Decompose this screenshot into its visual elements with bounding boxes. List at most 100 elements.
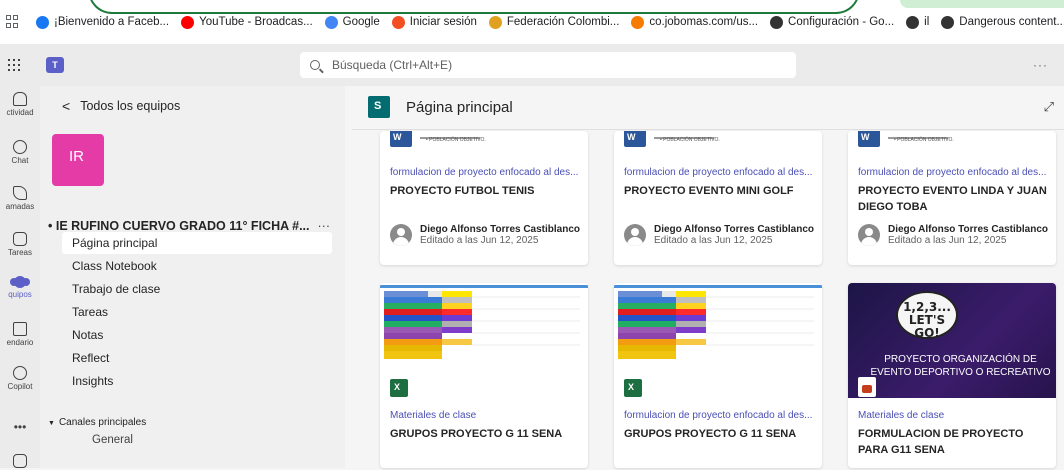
word-icon: W	[624, 131, 646, 147]
card-category: formulacion de proyecto enfocado al des.…	[390, 167, 579, 178]
file-card[interactable]: X Materiales de clase GRUPOS PROYECTO G …	[380, 283, 588, 468]
file-card[interactable]: W • POBLACIÓN OBJETIVO. formulacion de pr…	[380, 131, 588, 265]
bell-icon	[13, 92, 27, 106]
card-category: formulacion de proyecto enfocado al des.…	[624, 167, 813, 178]
add-apps-icon	[13, 454, 27, 468]
avatar	[858, 224, 880, 246]
sidebar-item-home[interactable]: Página principal	[62, 232, 332, 254]
excel-thumbnail: X	[380, 283, 588, 398]
rail-item-copilot[interactable]: Copilot	[0, 366, 40, 391]
team-name[interactable]: • IE RUFINO CUERVO GRADO 11° FICHA #... ·…	[48, 219, 330, 233]
teams-top-bar: T Búsqueda (Ctrl+Alt+E) ···	[0, 44, 1064, 86]
bookmark-item[interactable]: Configuración - Go...	[770, 15, 894, 29]
word-thumbnail: W • POBLACIÓN OBJETIVO.	[858, 131, 1054, 151]
search-placeholder: Búsqueda (Ctrl+Alt+E)	[332, 58, 453, 72]
apps-grid-icon[interactable]	[6, 15, 18, 29]
team-more-button[interactable]: ···	[318, 219, 331, 233]
card-category: formulacion de proyecto enfocado al des.…	[624, 410, 813, 421]
rail-item-tasks[interactable]: Tareas	[0, 232, 40, 257]
search-input[interactable]: Búsqueda (Ctrl+Alt+E)	[300, 52, 796, 78]
sidebar-item-grades[interactable]: Notas	[62, 324, 332, 346]
spreadsheet-preview	[380, 283, 588, 378]
plus-icon	[631, 15, 645, 29]
sidebar-item-insights[interactable]: Insights	[62, 370, 332, 392]
teams-icon	[14, 276, 26, 288]
bookmark-item[interactable]: Google	[324, 15, 380, 29]
app-rail: ctividad Chat amadas Tareas quipos endar…	[0, 86, 40, 468]
word-thumbnail: W • POBLACIÓN OBJETIVO.	[624, 131, 820, 151]
chat-icon	[13, 140, 27, 154]
bookmark-item[interactable]: co.jobomas.com/us...	[631, 15, 758, 29]
sidebar-item-class-notebook[interactable]: Class Notebook	[62, 255, 332, 277]
speech-bubble: 1,2,3... LET'S GO!	[896, 291, 958, 340]
sidebar-item-reflect[interactable]: Reflect	[62, 347, 332, 369]
expand-icon[interactable]: ⤢	[1044, 99, 1054, 115]
bookmark-item[interactable]: Dangerous content...	[941, 15, 1064, 29]
card-title: PROYECTO EVENTO LINDA Y JUAN DIEGO TOBA	[858, 185, 1047, 213]
federation-icon	[488, 15, 502, 29]
card-title: PROYECTO EVENTO MINI GOLF	[624, 185, 794, 197]
main-header: S Página principal ⤢	[352, 86, 1064, 130]
bookmark-item[interactable]: il	[906, 15, 929, 29]
phone-icon	[13, 186, 27, 200]
team-name-label: • IE RUFINO CUERVO GRADO 11° FICHA #...	[48, 219, 310, 233]
back-to-teams-link[interactable]: < Todos los equipos	[62, 98, 180, 114]
microsoft-icon	[391, 15, 405, 29]
caret-down-icon: ▼	[48, 420, 55, 427]
rail-item-chat[interactable]: Chat	[0, 140, 40, 165]
file-card[interactable]: W • POBLACIÓN OBJETIVO. formulacion de pr…	[848, 131, 1056, 265]
file-card[interactable]: X formulacion de proyecto enfocado al de…	[614, 283, 822, 468]
youtube-icon	[181, 15, 195, 29]
spreadsheet-preview	[614, 283, 822, 378]
rail-item-calendar[interactable]: endario	[0, 322, 40, 347]
channel-general[interactable]: General	[92, 434, 133, 446]
copilot-icon	[10, 366, 30, 383]
card-title: GRUPOS PROYECTO G 11 SENA	[390, 428, 563, 440]
app-launcher-icon[interactable]	[8, 59, 20, 71]
back-label: Todos los equipos	[80, 99, 181, 113]
avatar	[390, 224, 412, 246]
excel-icon: X	[390, 379, 408, 397]
team-sidebar: < Todos los equipos IR • IE RUFINO CUERV…	[40, 86, 345, 468]
powerpoint-thumbnail: 1,2,3... LET'S GO! PROYECTO ORGANIZACIÓN…	[848, 283, 1056, 398]
sharepoint-icon: S	[368, 96, 390, 118]
channels-header[interactable]: ▼ Canales principales	[48, 417, 146, 428]
card-author: Diego Alfonso Torres Castiblanco Editado …	[858, 224, 1048, 246]
card-author: Diego Alfonso Torres Castiblanco Editado …	[624, 224, 814, 246]
rail-item-teams[interactable]: quipos	[0, 276, 40, 299]
rail-item-activity[interactable]: ctividad	[0, 92, 40, 117]
card-category: Materiales de clase	[390, 410, 477, 421]
slide-title: PROYECTO ORGANIZACIÓN DE EVENTO DEPORTIV…	[870, 354, 1051, 378]
avatar	[624, 224, 646, 246]
card-category: Materiales de clase	[858, 410, 945, 421]
bookmark-item[interactable]: Federación Colombi...	[488, 15, 619, 29]
bookmark-item[interactable]: ¡Bienvenido a Faceb...	[36, 15, 169, 29]
search-icon	[310, 60, 320, 70]
browser-accent-strip	[900, 0, 1064, 8]
teams-logo-icon: T	[46, 57, 64, 73]
card-author: Diego Alfonso Torres Castiblanco Editado …	[390, 224, 580, 246]
word-thumbnail: W • POBLACIÓN OBJETIVO.	[390, 131, 586, 151]
tasks-icon	[13, 232, 27, 246]
rail-item-calls[interactable]: amadas	[0, 186, 40, 211]
excel-icon: X	[624, 379, 642, 397]
bookmark-item[interactable]: Iniciar sesión	[391, 15, 477, 29]
globe-icon	[941, 15, 955, 29]
more-options-button[interactable]: ···	[1033, 58, 1048, 72]
file-card[interactable]: 1,2,3... LET'S GO! PROYECTO ORGANIZACIÓN…	[848, 283, 1056, 468]
bookmark-list: ¡Bienvenido a Faceb... YouTube - Broadcas…	[36, 15, 1064, 29]
rail-item-more[interactable]: •••	[0, 420, 40, 434]
card-title: FORMULACION DE PROYECTO PARA G11 SENA	[858, 428, 1024, 456]
main-content: S Página principal ⤢ W • POBLACIÓN OBJETI…	[352, 86, 1064, 468]
excel-thumbnail: X	[614, 283, 822, 398]
sidebar-item-assignments[interactable]: Tareas	[62, 301, 332, 323]
sidebar-item-classwork[interactable]: Trabajo de clase	[62, 278, 332, 300]
word-icon: W	[858, 131, 880, 147]
team-avatar: IR	[52, 134, 104, 186]
chevron-left-icon: <	[62, 98, 71, 114]
page-title: Página principal	[406, 99, 513, 116]
word-icon: W	[390, 131, 412, 147]
bookmark-item[interactable]: YouTube - Broadcas...	[181, 15, 313, 29]
card-title: PROYECTO FUTBOL TENIS	[390, 185, 535, 197]
file-card[interactable]: W • POBLACIÓN OBJETIVO. formulacion de pr…	[614, 131, 822, 265]
